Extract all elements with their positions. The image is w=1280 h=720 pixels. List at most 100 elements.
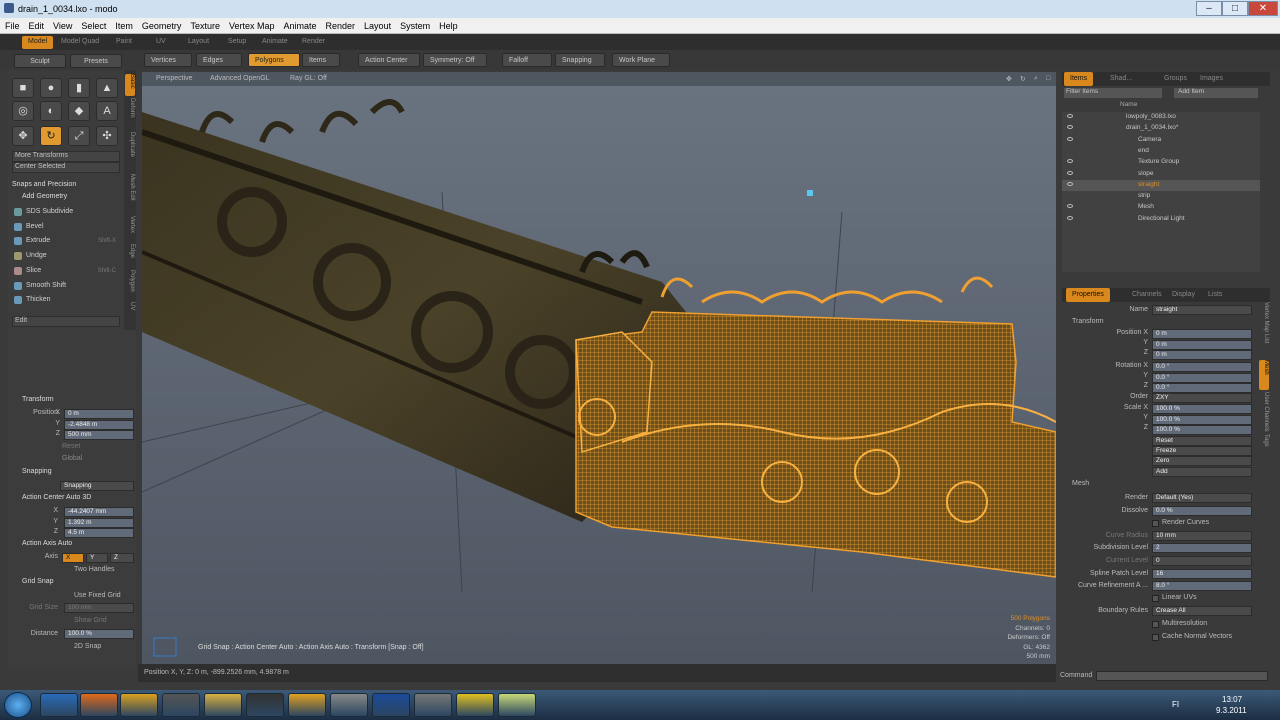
side-tab-tags[interactable]: Tags bbox=[1259, 434, 1269, 458]
command-input[interactable] bbox=[1096, 671, 1268, 681]
render-curves-checkbox[interactable]: Render Curves bbox=[1162, 519, 1252, 526]
list-item[interactable]: Texture Group bbox=[1062, 157, 1260, 168]
cache-normals-checkbox-box[interactable] bbox=[1152, 634, 1159, 641]
cache-normals-checkbox[interactable]: Cache Normal Vectors bbox=[1162, 633, 1252, 640]
add-geometry-header[interactable]: Add Geometry bbox=[12, 193, 124, 203]
sphere-icon[interactable]: ● bbox=[40, 78, 62, 98]
curve-radius-field[interactable]: 10 mm bbox=[1152, 531, 1252, 541]
list-item[interactable]: straight bbox=[1062, 179, 1260, 191]
use-fixed-grid-checkbox[interactable]: Use Fixed Grid bbox=[74, 592, 134, 599]
taskbar-udk-icon[interactable] bbox=[204, 693, 242, 717]
vtab-duplicate[interactable]: Duplicate bbox=[125, 132, 135, 172]
vtab-polygon[interactable]: Polygon bbox=[125, 270, 135, 300]
tab-groups[interactable]: Groups bbox=[1158, 72, 1193, 86]
text-icon[interactable]: A bbox=[96, 101, 118, 121]
edit-dropdown[interactable]: Edit bbox=[12, 316, 120, 327]
linear-uvs-checkbox-box[interactable] bbox=[1152, 595, 1159, 602]
viewport-canvas[interactable] bbox=[142, 72, 1056, 664]
vtab-uv[interactable]: UV bbox=[125, 302, 135, 316]
layout-tab-uv[interactable]: UV bbox=[150, 36, 172, 49]
curve-refinement-field[interactable]: 8.0 ° bbox=[1152, 581, 1252, 591]
clock-date[interactable]: 9.3.2011 bbox=[1216, 706, 1247, 715]
start-button[interactable] bbox=[4, 692, 32, 718]
raygl-toggle[interactable]: Ray GL: Off bbox=[290, 75, 327, 82]
tab-items[interactable]: Items bbox=[1064, 72, 1094, 86]
tab-shad[interactable]: Shad... bbox=[1104, 72, 1138, 86]
layout-tab-animate[interactable]: Animate bbox=[256, 36, 294, 49]
taskbar-folder-icon[interactable] bbox=[162, 693, 200, 717]
two-handles-checkbox[interactable]: Two Handles bbox=[74, 566, 134, 573]
menu-select[interactable]: Select bbox=[76, 18, 110, 31]
side-tab-vertex-map-list[interactable]: Vertex Map List bbox=[1259, 302, 1269, 358]
viewport-rotate-icon[interactable]: ↻ bbox=[1020, 75, 1026, 83]
taskbar-photoshop-icon[interactable] bbox=[330, 693, 368, 717]
menu-help[interactable]: Help bbox=[434, 18, 462, 31]
action-center-x-field[interactable]: -44.2407 mm bbox=[64, 507, 134, 517]
side-tab-mesh[interactable]: Mesh bbox=[1259, 360, 1269, 390]
taskbar-firefox-icon[interactable] bbox=[40, 693, 78, 717]
visibility-eye-icon[interactable] bbox=[1067, 136, 1073, 141]
pen-icon[interactable]: ◆ bbox=[68, 101, 90, 121]
add-item-dropdown[interactable]: Add Item bbox=[1174, 88, 1258, 98]
tab-display[interactable]: Display bbox=[1166, 288, 1201, 302]
dissolve-field[interactable]: 0.0 % bbox=[1152, 506, 1252, 516]
boundary-rules-dropdown[interactable]: Crease All bbox=[1152, 606, 1252, 616]
menu-layout[interactable]: Layout bbox=[359, 18, 395, 31]
position-y-field[interactable]: 0 m bbox=[1152, 339, 1252, 350]
light-marker[interactable] bbox=[807, 190, 813, 196]
cone-icon[interactable]: ▲ bbox=[96, 78, 118, 98]
tool-bevel[interactable]: Bevel bbox=[12, 221, 120, 234]
linear-uvs-checkbox[interactable]: Linear UVs bbox=[1162, 594, 1252, 601]
3d-viewport[interactable] bbox=[142, 72, 1056, 664]
edges-button[interactable]: Edges bbox=[196, 53, 242, 67]
more-transforms-dropdown[interactable]: More Transforms bbox=[12, 151, 120, 162]
list-item[interactable]: Directional Light bbox=[1062, 214, 1260, 225]
menu-file[interactable]: File bbox=[0, 18, 24, 31]
cylinder-icon[interactable]: ▮ bbox=[68, 78, 90, 98]
transform-icon[interactable]: ✣ bbox=[96, 126, 118, 146]
tab-properties[interactable]: Properties bbox=[1066, 288, 1110, 302]
presets-tab[interactable]: Presets bbox=[70, 54, 122, 68]
close-button[interactable]: ✕ bbox=[1248, 1, 1278, 16]
minimize-button[interactable]: – bbox=[1196, 1, 1222, 16]
falloff-dropdown[interactable]: Falloff bbox=[502, 53, 552, 67]
menu-geometry[interactable]: Geometry bbox=[137, 18, 186, 31]
distance-field[interactable]: 100.0 % bbox=[64, 629, 134, 639]
taskbar-norton-icon[interactable] bbox=[414, 693, 452, 717]
list-item[interactable]: Mesh bbox=[1062, 202, 1260, 213]
action-center-z-field[interactable]: 4.5 m bbox=[64, 528, 134, 538]
tool-sds-subdivide[interactable]: SDS Subdivide bbox=[12, 206, 120, 219]
visibility-eye-icon[interactable] bbox=[1067, 181, 1073, 186]
tool-undge[interactable]: Undge bbox=[12, 250, 120, 263]
transform-z-field[interactable]: 500 mm bbox=[64, 430, 134, 440]
list-item[interactable]: end bbox=[1062, 146, 1260, 157]
clock-time[interactable]: 13:07 bbox=[1222, 695, 1242, 704]
list-item[interactable]: strip bbox=[1062, 191, 1260, 202]
rotate-icon[interactable]: ↻ bbox=[40, 126, 62, 146]
viewport-move-icon[interactable]: ✥ bbox=[1006, 75, 1012, 83]
rotation-y-field[interactable]: 0.0 ° bbox=[1152, 372, 1252, 383]
layout-tab-model[interactable]: Model bbox=[22, 36, 54, 49]
list-item[interactable]: lowpoly_0083.lxo bbox=[1062, 112, 1260, 123]
position-x-field[interactable]: 0 m bbox=[1152, 329, 1252, 339]
center-selected-dropdown[interactable]: Center Selected bbox=[12, 162, 120, 173]
layout-tab-layout[interactable]: Layout bbox=[182, 36, 215, 49]
name-column-header[interactable]: Name bbox=[1120, 101, 1137, 108]
menu-edit[interactable]: Edit bbox=[24, 18, 49, 31]
multiresolution-checkbox[interactable]: Multiresolution bbox=[1162, 620, 1252, 627]
vtab-mesh-edit[interactable]: Mesh Edit bbox=[125, 174, 135, 214]
vertices-button[interactable]: Vertices bbox=[144, 53, 192, 67]
viewport-max-icon[interactable]: □ bbox=[1046, 75, 1050, 82]
move-icon[interactable]: ✥ bbox=[12, 126, 34, 146]
snapping-toggle[interactable]: Snapping bbox=[555, 53, 605, 67]
taskbar-foxit-icon[interactable] bbox=[246, 693, 284, 717]
vtab-edge[interactable]: Edge bbox=[125, 244, 135, 268]
scale-x-field[interactable]: 100.0 % bbox=[1152, 404, 1252, 414]
vtab-vertex[interactable]: Vertex bbox=[125, 216, 135, 242]
tab-channels[interactable]: Channels bbox=[1126, 288, 1168, 302]
taskbar-media-icon[interactable] bbox=[80, 693, 118, 717]
spline-patch-field[interactable]: 16 bbox=[1152, 569, 1252, 579]
scale-y-field[interactable]: 100.0 % bbox=[1152, 414, 1252, 425]
axis-z-button[interactable]: Z bbox=[110, 553, 134, 563]
tool-extrude[interactable]: Extrude Shift-X bbox=[12, 235, 120, 248]
